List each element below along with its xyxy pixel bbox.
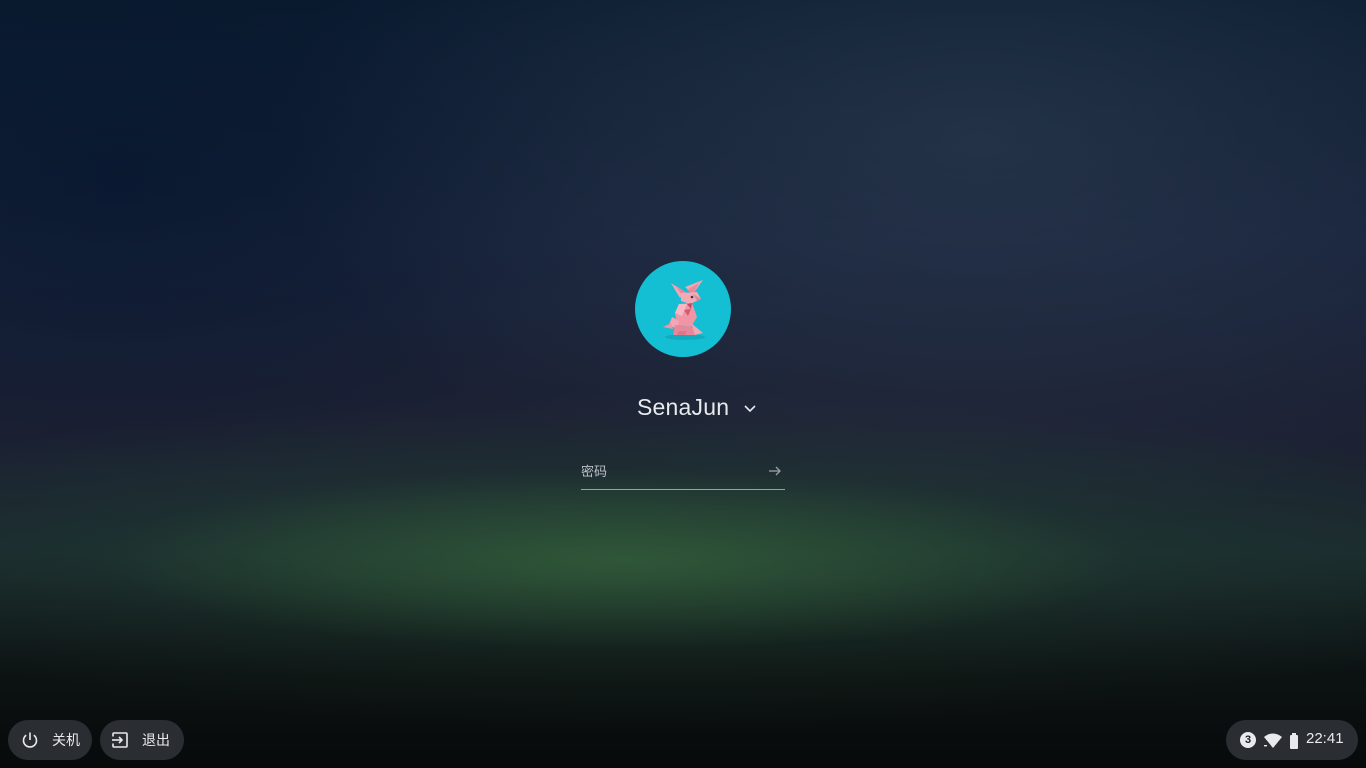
password-input[interactable] xyxy=(581,459,761,485)
login-screen: SenaJun 关机 退出 3 22:41 xyxy=(0,0,1366,768)
sign-out-button[interactable]: 退出 xyxy=(100,720,184,760)
chevron-down-icon[interactable] xyxy=(740,398,760,418)
arrow-right-icon[interactable] xyxy=(767,463,783,479)
user-avatar[interactable] xyxy=(635,261,731,357)
user-name: SenaJun xyxy=(637,394,730,420)
wifi-icon xyxy=(1263,732,1283,749)
background-vignette xyxy=(0,0,1366,768)
exit-icon xyxy=(110,730,130,750)
notification-count-badge: 3 xyxy=(1240,732,1256,748)
sign-out-label: 退出 xyxy=(142,733,170,749)
clock-time: 22:41 xyxy=(1306,730,1344,747)
user-name-row: SenaJun xyxy=(600,392,766,426)
shutdown-label: 关机 xyxy=(52,733,80,749)
password-field xyxy=(581,459,785,490)
battery-icon xyxy=(1288,733,1300,749)
origami-rabbit-icon xyxy=(663,280,705,340)
shutdown-button[interactable]: 关机 xyxy=(8,720,92,760)
power-icon xyxy=(20,730,40,750)
status-tray[interactable]: 3 22:41 xyxy=(1226,720,1358,760)
